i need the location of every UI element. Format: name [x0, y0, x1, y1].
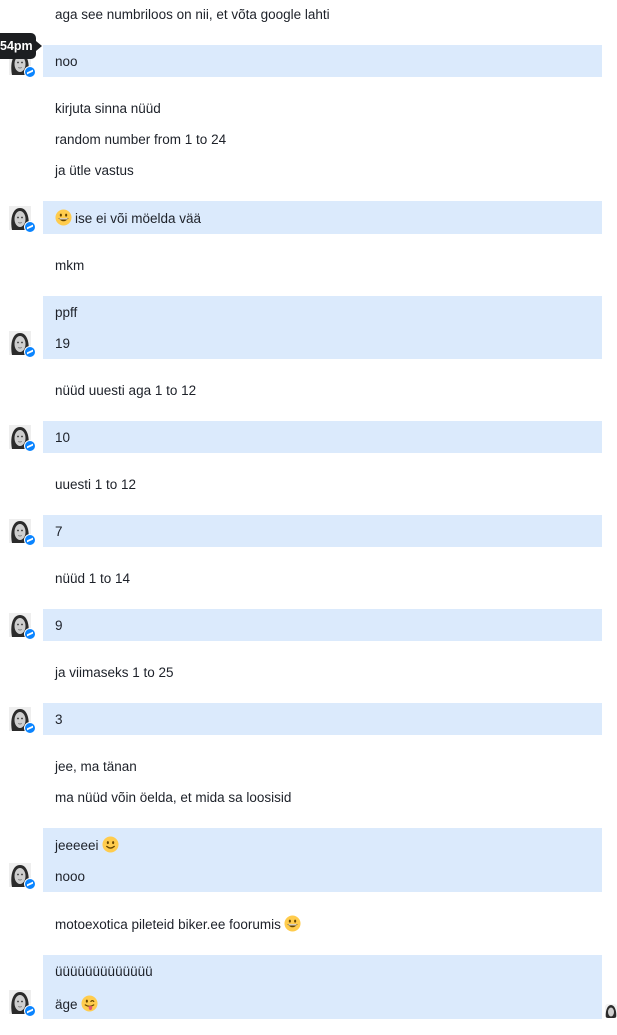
- message-with-emoji[interactable]: äge: [55, 995, 98, 1014]
- partner-message-group: [43, 515, 602, 547]
- contact-avatar[interactable]: [9, 519, 36, 546]
- contact-avatar[interactable]: [9, 206, 36, 233]
- contact-avatar[interactable]: [9, 863, 36, 890]
- partner-message-group: [43, 609, 602, 641]
- timestamp-text: 54pm: [0, 39, 33, 53]
- message-text[interactable]: nüüd uuesti aga 1 to 12: [55, 382, 196, 400]
- partner-message-group: [43, 296, 602, 359]
- message-with-emoji[interactable]: ise ei või möelda vää: [55, 209, 201, 228]
- face-with-tongue-emoji-icon: [81, 995, 98, 1012]
- message-text[interactable]: aga see numbriloos on nii, et võta googl…: [55, 6, 330, 24]
- contact-avatar[interactable]: [9, 707, 36, 734]
- message-with-emoji[interactable]: jeeeeei: [55, 836, 119, 855]
- grinning-face-emoji-icon: [284, 915, 301, 932]
- message-text[interactable]: random number from 1 to 24: [55, 131, 226, 149]
- messenger-badge-icon: [24, 346, 36, 358]
- message-text[interactable]: 7: [55, 523, 63, 541]
- contact-avatar[interactable]: [9, 425, 36, 452]
- seen-avatar-icon: [605, 1004, 617, 1018]
- partner-message-group: [43, 703, 602, 735]
- message-with-emoji[interactable]: motoexotica pileteid biker.ee foorumis: [55, 915, 301, 934]
- message-text: jeeeeei: [55, 838, 99, 853]
- slightly-smiling-face-emoji-icon: [102, 836, 119, 853]
- partner-message-group: [43, 421, 602, 453]
- messenger-badge-icon: [24, 628, 36, 640]
- message-text[interactable]: ma nüüd võin öelda, et mida sa loosisid: [55, 789, 291, 807]
- message-text[interactable]: ppff: [55, 304, 77, 322]
- chat-thread: aga see numbriloos on nii, et võta googl…: [0, 0, 617, 1035]
- message-text[interactable]: kirjuta sinna nüüd: [55, 100, 161, 118]
- message-text[interactable]: 3: [55, 711, 63, 729]
- contact-avatar[interactable]: [9, 331, 36, 358]
- messenger-badge-icon: [24, 221, 36, 233]
- message-text[interactable]: üüüüüüüüüüüüü: [55, 963, 153, 981]
- message-text: motoexotica pileteid biker.ee foorumis: [55, 917, 281, 932]
- message-text[interactable]: 9: [55, 617, 63, 635]
- partner-message-group: [43, 828, 602, 892]
- messenger-badge-icon: [24, 66, 36, 78]
- messenger-badge-icon: [24, 534, 36, 546]
- partner-message-group: [43, 45, 602, 77]
- message-text[interactable]: uuesti 1 to 12: [55, 476, 136, 494]
- message-text[interactable]: ja viimaseks 1 to 25: [55, 664, 174, 682]
- message-text[interactable]: nüüd 1 to 14: [55, 570, 130, 588]
- message-text: äge: [55, 997, 78, 1012]
- message-text[interactable]: jee, ma tänan: [55, 758, 137, 776]
- messenger-badge-icon: [24, 878, 36, 890]
- contact-avatar[interactable]: [9, 990, 36, 1017]
- message-text[interactable]: 10: [55, 429, 70, 447]
- message-text[interactable]: mkm: [55, 257, 84, 275]
- message-text[interactable]: 19: [55, 335, 70, 353]
- message-text: ise ei või möelda vää: [75, 211, 202, 226]
- messenger-badge-icon: [24, 722, 36, 734]
- messenger-badge-icon: [24, 1005, 36, 1017]
- message-text[interactable]: nooo: [55, 868, 85, 886]
- message-text[interactable]: noo: [55, 53, 78, 71]
- timestamp-tooltip: 54pm: [0, 33, 42, 59]
- messenger-badge-icon: [24, 440, 36, 452]
- contact-avatar[interactable]: [9, 613, 36, 640]
- grinning-face-emoji-icon: [55, 209, 72, 226]
- message-text[interactable]: ja ütle vastus: [55, 162, 134, 180]
